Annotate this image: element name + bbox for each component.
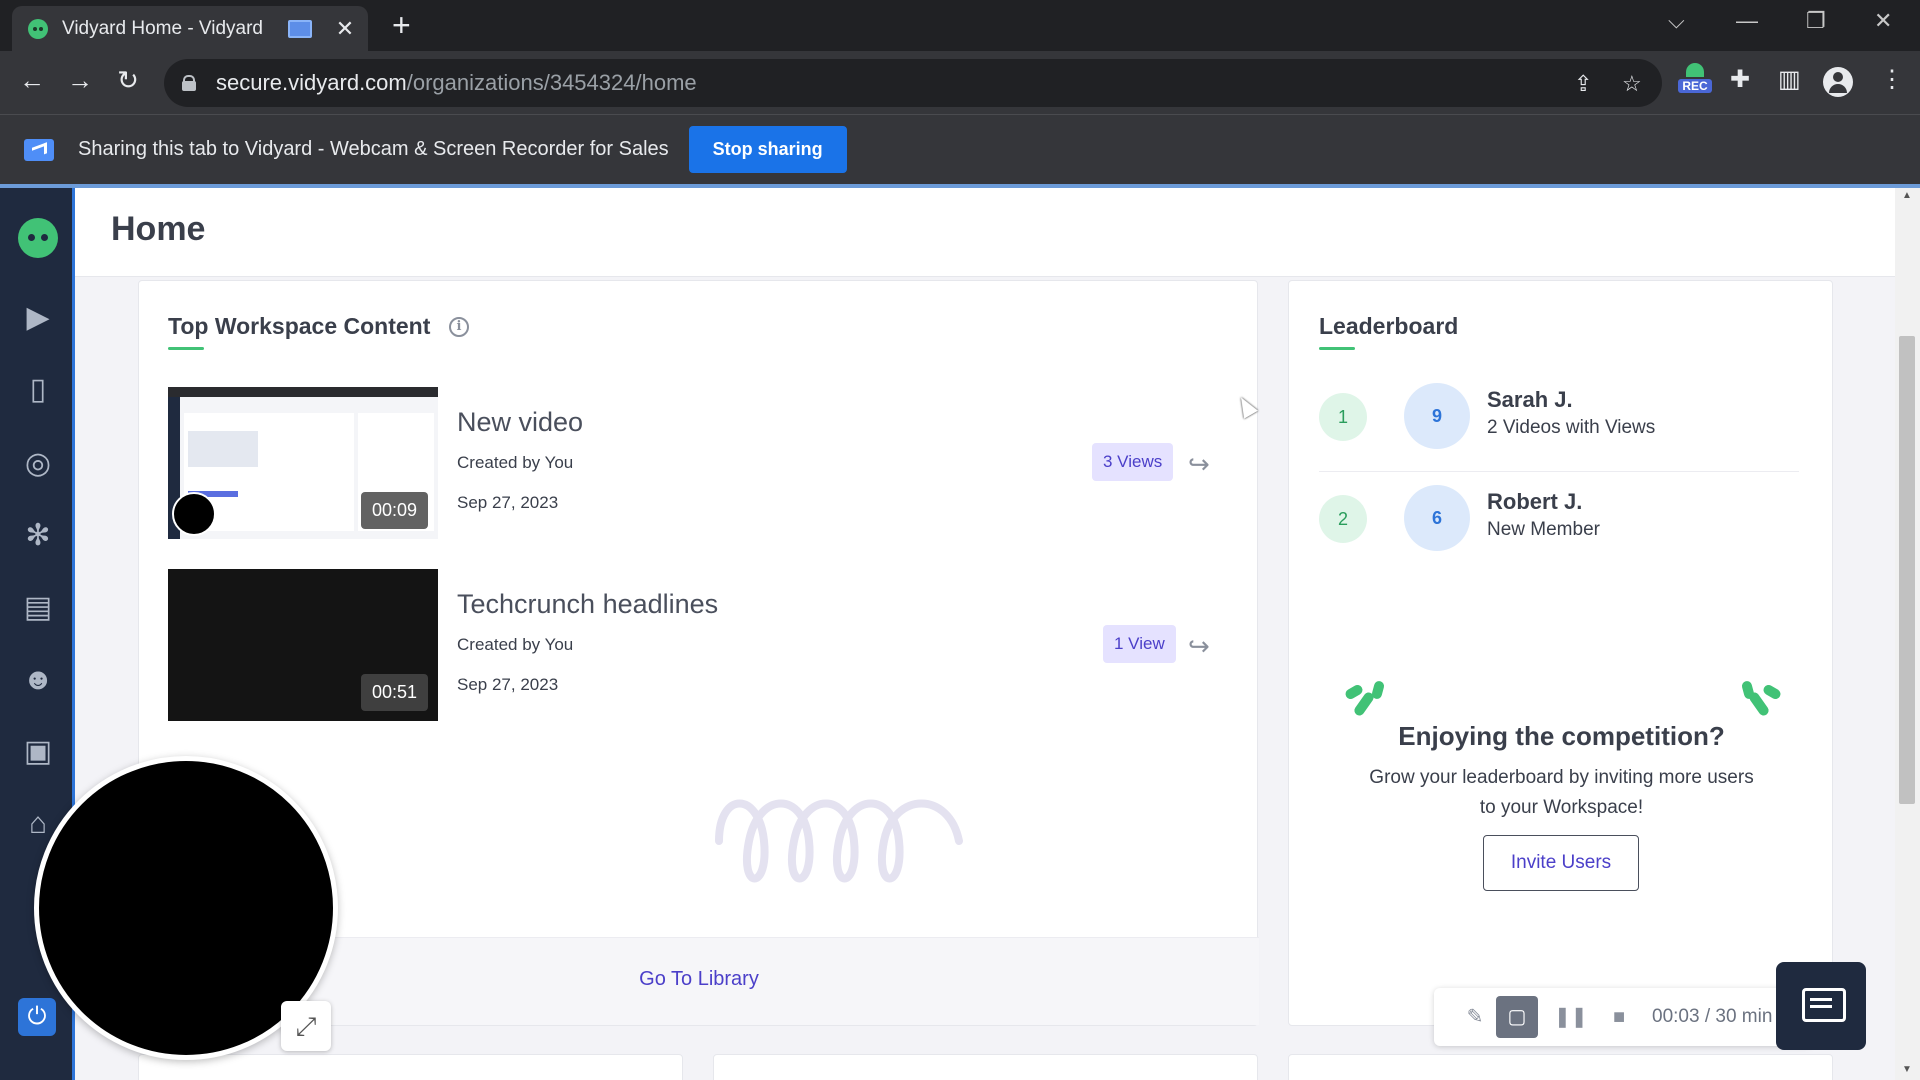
tab-title: Vidyard Home - Vidyard — [62, 17, 264, 39]
url-path: /organizations/3454324/home — [406, 70, 697, 95]
top-content-title: Top Workspace Content — [168, 313, 431, 339]
new-tab-button[interactable]: + — [392, 9, 411, 41]
rank-badge: 1 — [1319, 393, 1367, 441]
recording-toolbar: ✎ ▢ ❚❚ ■ 00:03 / 30 min — [1434, 988, 1814, 1046]
views-badge: 3 Views — [1092, 443, 1174, 481]
video-duration: 00:09 — [360, 492, 428, 529]
address-bar[interactable]: secure.vidyard.com/organizations/3454324… — [164, 59, 1662, 107]
bottom-card — [713, 1054, 1258, 1080]
url-domain: secure.vidyard.com — [216, 70, 407, 95]
share-page-icon[interactable]: ⇪ — [1574, 71, 1592, 97]
browser-toolbar: ← → ↻ secure.vidyard.com/organizations/3… — [0, 51, 1920, 114]
integrations-nav-icon[interactable]: ✻ — [18, 516, 58, 556]
browser-tab[interactable]: Vidyard Home - Vidyard ✕ — [12, 6, 368, 51]
info-icon[interactable]: i — [449, 317, 469, 337]
stop-sharing-button[interactable]: Stop sharing — [688, 126, 847, 173]
video-date: Sep 27, 2023 — [457, 675, 559, 694]
member-detail: New Member — [1487, 519, 1600, 540]
decorative-spring-icon — [715, 799, 963, 883]
share-arrow-icon[interactable]: ↪ — [1188, 449, 1210, 480]
video-date: Sep 27, 2023 — [457, 493, 559, 512]
vidyard-logo-icon[interactable] — [18, 218, 58, 258]
extensions-puzzle-icon[interactable]: ✚ — [1730, 65, 1750, 94]
power-icon[interactable]: ⏻ — [18, 998, 56, 1036]
leaderboard-card: Leaderboard 1 9 Sarah J. 2 Videos with V… — [1288, 280, 1833, 1026]
screen-share-icon — [24, 138, 54, 161]
video-thumbnail[interactable]: 00:09 — [168, 387, 438, 539]
chrome-menu-icon[interactable]: ⋮ — [1880, 65, 1904, 94]
rank-badge: 2 — [1319, 495, 1367, 543]
reload-button[interactable]: ↻ — [110, 65, 146, 96]
video-creator: Created by You — [457, 453, 574, 472]
stop-icon[interactable]: ■ — [1604, 1002, 1634, 1032]
chat-icon[interactable] — [1776, 962, 1866, 1050]
member-name: Robert J. — [1487, 489, 1583, 514]
back-button[interactable]: ← — [14, 65, 50, 96]
video-title[interactable]: New video — [457, 407, 583, 438]
videos-nav-icon[interactable]: ▶ — [18, 298, 58, 338]
target-nav-icon[interactable]: ◎ — [18, 444, 58, 484]
video-item-new-video[interactable]: 00:09 New video Created by You Sep 27, 2… — [168, 387, 1228, 539]
expand-icon[interactable]: ⤢ — [281, 1001, 331, 1051]
score-avatar: 9 — [1404, 383, 1470, 449]
bottom-card — [138, 1054, 683, 1080]
bottom-card — [1288, 1054, 1833, 1080]
thumbnail-webcam-bubble — [172, 492, 216, 536]
profile-avatar-icon[interactable] — [1823, 67, 1853, 97]
channels-nav-icon[interactable]: ▣ — [18, 732, 58, 772]
analytics-nav-icon[interactable]: ▤ — [18, 588, 58, 628]
title-underline — [168, 347, 204, 350]
tab-search-icon[interactable]: ⌵ — [1668, 8, 1685, 34]
member-name: Sarah J. — [1487, 387, 1573, 412]
invite-users-button[interactable]: Invite Users — [1483, 835, 1639, 891]
leaderboard-row: 1 9 Sarah J. 2 Videos with Views — [1319, 381, 1799, 451]
promo-text: Grow your leaderboard by inviting more u… — [1369, 767, 1754, 818]
scrollbar-thumb[interactable] — [1899, 336, 1915, 804]
team-nav-icon[interactable]: ☻ — [18, 660, 58, 700]
scroll-up-icon[interactable]: ▲ — [1902, 190, 1912, 201]
video-title[interactable]: Techcrunch headlines — [457, 589, 718, 620]
member-detail: 2 Videos with Views — [1487, 417, 1656, 438]
vidyard-extension-rec-icon[interactable]: REC — [1678, 63, 1712, 99]
confetti-icon — [1370, 680, 1386, 700]
tab-sharing-bar: Sharing this tab to Vidyard - Webcam & S… — [0, 114, 1920, 184]
views-badge: 1 View — [1103, 625, 1176, 663]
recording-time: 00:03 / 30 min — [1652, 1006, 1773, 1027]
annotate-icon[interactable]: ▢ — [1496, 996, 1538, 1038]
leaderboard-title: Leaderboard — [1319, 313, 1459, 339]
title-underline — [1319, 347, 1355, 350]
close-tab-icon[interactable]: ✕ — [334, 16, 356, 42]
door-nav-icon[interactable]: ▯ — [18, 370, 58, 410]
share-arrow-icon[interactable]: ↪ — [1188, 631, 1210, 662]
restore-button[interactable]: ❐ — [1806, 8, 1826, 34]
confetti-icon — [1761, 683, 1783, 701]
page-header: Home — [75, 188, 1895, 277]
pause-icon[interactable]: ❚❚ — [1554, 1002, 1588, 1032]
minimize-button[interactable]: — — [1736, 8, 1758, 34]
close-window-button[interactable]: ✕ — [1874, 8, 1892, 34]
promo-title: Enjoying the competition? — [1398, 721, 1725, 751]
page-title: Home — [111, 210, 206, 248]
video-creator: Created by You — [457, 635, 574, 654]
video-thumbnail[interactable]: 00:51 — [168, 569, 438, 721]
forward-button[interactable]: → — [62, 65, 98, 96]
leaderboard-row: 2 6 Robert J. New Member — [1319, 483, 1799, 553]
vidyard-favicon-icon — [28, 18, 48, 39]
sharing-message: Sharing this tab to Vidyard - Webcam & S… — [78, 138, 669, 160]
confetti-icon — [1740, 680, 1756, 700]
tab-sharing-icon — [288, 19, 312, 38]
pen-icon[interactable]: ✎ — [1460, 1002, 1490, 1032]
browser-tab-bar: Vidyard Home - Vidyard ✕ + ⌵ — ❐ ✕ — [0, 0, 1920, 51]
divider — [1319, 471, 1799, 472]
video-duration: 00:51 — [360, 674, 428, 711]
bookmark-star-icon[interactable]: ☆ — [1622, 71, 1642, 97]
page-scrollbar[interactable]: ▲ ▼ — [1895, 188, 1920, 1080]
lock-icon — [182, 75, 196, 91]
score-avatar: 6 — [1404, 485, 1470, 551]
scroll-down-icon[interactable]: ▼ — [1902, 1064, 1912, 1075]
side-panel-icon[interactable]: ▥ — [1778, 65, 1801, 94]
video-item-techcrunch-headlines[interactable]: 00:51 Techcrunch headlines Created by Yo… — [168, 569, 1228, 721]
